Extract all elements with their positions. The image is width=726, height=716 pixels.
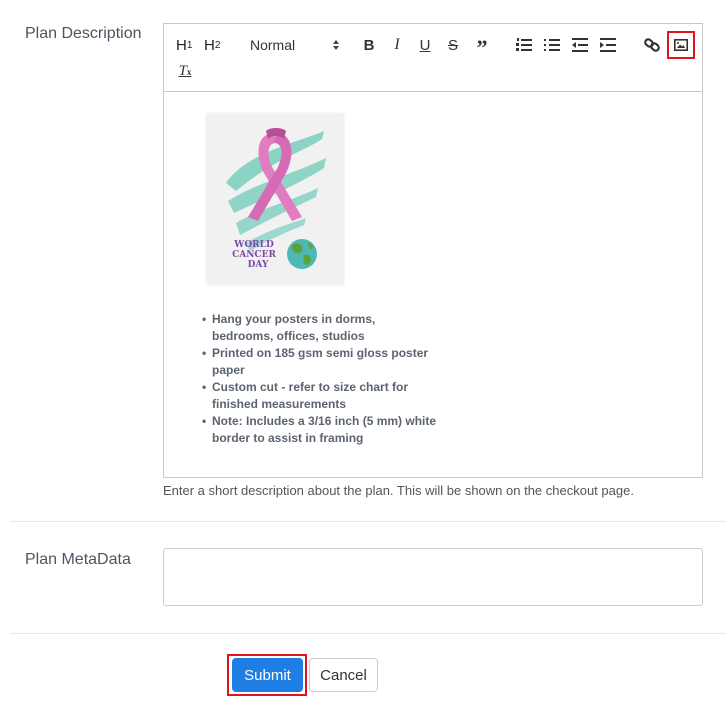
submit-button[interactable]: Submit xyxy=(232,658,303,692)
plan-description-label: Plan Description xyxy=(25,25,142,42)
section-divider xyxy=(10,521,726,522)
world-cancer-day-image: WORLD CANCER DAY xyxy=(206,113,344,285)
indent-icon xyxy=(600,38,616,52)
indent-button[interactable] xyxy=(599,34,617,56)
heading-2-sub: 2 xyxy=(214,39,221,51)
format-select[interactable]: Normal xyxy=(250,34,340,56)
strike-button[interactable]: S xyxy=(445,34,461,56)
poster-title-line-1: WORLD xyxy=(233,240,274,250)
format-select-value: Normal xyxy=(250,37,296,53)
plan-metadata-input[interactable] xyxy=(163,548,703,606)
ordered-list-icon xyxy=(516,38,532,52)
underline-icon: U xyxy=(419,36,431,54)
italic-button[interactable]: I xyxy=(389,34,405,56)
ordered-list-button[interactable] xyxy=(515,34,533,56)
cancel-button[interactable]: Cancel xyxy=(309,658,378,692)
list-item: Printed on 185 gsm semi gloss poster pap… xyxy=(202,345,440,379)
feature-list: Hang your posters in dorms, bedrooms, of… xyxy=(200,311,440,447)
heading-2-label: H xyxy=(204,36,215,54)
underline-button[interactable]: U xyxy=(417,34,433,56)
poster-title-line-2: CANCER xyxy=(232,250,276,260)
bullet-list-icon xyxy=(544,38,560,52)
editor-toolbar: H1 H2 Normal B I U S ” Tx xyxy=(164,24,702,92)
strike-icon: S xyxy=(447,36,458,54)
rich-text-editor: H1 H2 Normal B I U S ” Tx WORLD CANCER D… xyxy=(163,23,703,478)
quote-icon: ” xyxy=(476,35,488,60)
poster-graphic: WORLD CANCER DAY xyxy=(226,128,326,270)
bold-button[interactable]: B xyxy=(361,34,377,56)
select-arrows-icon xyxy=(332,39,340,51)
bullet-list-button[interactable] xyxy=(543,34,561,56)
heading-1-label: H xyxy=(176,36,187,54)
list-item: Hang your posters in dorms, bedrooms, of… xyxy=(202,311,440,345)
image-icon xyxy=(674,39,688,51)
section-divider xyxy=(10,633,726,634)
outdent-button[interactable] xyxy=(571,34,589,56)
heading-2-button[interactable]: H2 xyxy=(204,34,220,56)
italic-icon: I xyxy=(394,36,400,53)
link-button[interactable] xyxy=(643,34,661,56)
plan-metadata-label: Plan MetaData xyxy=(25,551,131,568)
bold-icon: B xyxy=(363,36,375,54)
list-item: Note: Includes a 3/16 inch (5 mm) white … xyxy=(202,413,440,447)
poster-title-line-3: DAY xyxy=(248,260,269,270)
clear-format-icon: Tx xyxy=(178,62,192,79)
list-item: Custom cut - refer to size chart for fin… xyxy=(202,379,440,413)
outdent-icon xyxy=(572,38,588,52)
heading-1-button[interactable]: H1 xyxy=(176,34,192,56)
clean-format-button[interactable]: Tx xyxy=(176,60,194,82)
blockquote-button[interactable]: ” xyxy=(473,34,491,60)
image-button[interactable] xyxy=(667,31,695,59)
heading-1-sub: 1 xyxy=(186,39,193,51)
description-help-text: Enter a short description about the plan… xyxy=(163,483,634,498)
link-icon xyxy=(644,37,660,53)
